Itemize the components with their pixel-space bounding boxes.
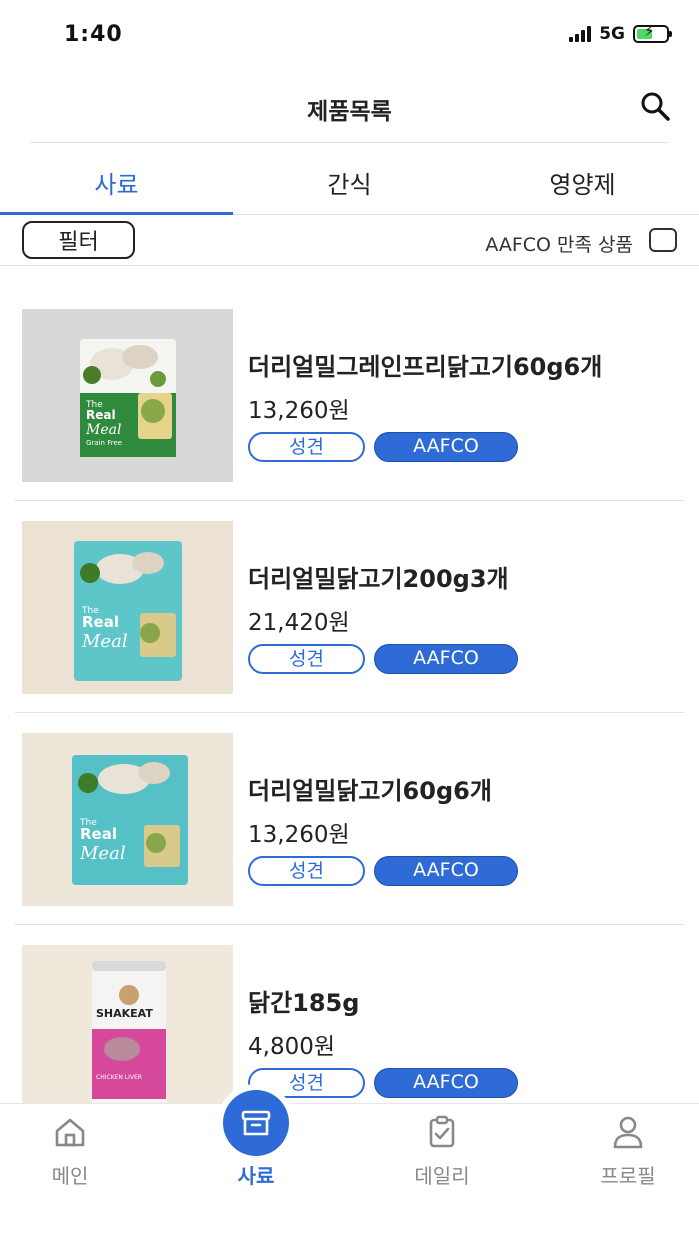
tab-supplement[interactable]: 영양제 bbox=[466, 143, 699, 214]
nav-food-label-wrap: 사료 bbox=[186, 1104, 326, 1204]
product-card[interactable]: The Real Meal Grain Free 더리얼밀그레인프리닭고기60g… bbox=[15, 289, 684, 501]
aafco-checkbox[interactable] bbox=[649, 228, 677, 252]
battery-icon: ⚡ bbox=[633, 24, 672, 43]
product-image: The Real Meal Grain Free bbox=[22, 309, 233, 482]
tag-aafco: AAFCO bbox=[374, 1068, 518, 1098]
tag-aafco: AAFCO bbox=[374, 856, 518, 886]
product-price: 4,800원 bbox=[248, 1034, 336, 1060]
nav-label: 프로필 bbox=[600, 1164, 656, 1188]
svg-text:Real: Real bbox=[86, 408, 116, 422]
product-image: The Real Meal bbox=[22, 521, 233, 694]
svg-text:SHAKEAT: SHAKEAT bbox=[96, 1007, 153, 1020]
nav-label: 사료 bbox=[237, 1164, 275, 1188]
svg-text:Meal: Meal bbox=[81, 631, 128, 652]
product-image: SHAKEAT CHICKEN LIVER bbox=[22, 945, 233, 1103]
product-card[interactable]: SHAKEAT CHICKEN LIVER 닭간185g 4,800원 성견 A… bbox=[15, 925, 684, 1103]
category-tabs: 사료 간식 영양제 bbox=[0, 143, 699, 215]
product-card[interactable]: The Real Meal 더리얼밀닭고기200g3개 21,420원 성견 A… bbox=[15, 501, 684, 713]
nav-profile[interactable]: 프로필 bbox=[558, 1104, 698, 1204]
product-price: 13,260원 bbox=[248, 822, 350, 848]
svg-text:Grain Free: Grain Free bbox=[86, 439, 122, 447]
product-name: 더리얼밀그레인프리닭고기60g6개 bbox=[248, 353, 603, 381]
clipboard-check-icon bbox=[429, 1115, 455, 1148]
svg-text:Meal: Meal bbox=[85, 422, 121, 438]
tag-life-stage: 성견 bbox=[248, 432, 365, 462]
product-name: 더리얼밀닭고기200g3개 bbox=[248, 565, 509, 593]
product-name: 더리얼밀닭고기60g6개 bbox=[248, 777, 492, 805]
signal-icon bbox=[569, 26, 592, 42]
aafco-filter-label: AAFCO 만족 상품 bbox=[485, 234, 633, 256]
filter-row: 필터 AAFCO 만족 상품 bbox=[0, 216, 699, 266]
status-icons: 5G ⚡ bbox=[569, 24, 672, 44]
search-icon[interactable] bbox=[639, 90, 671, 122]
product-card[interactable]: The Real Meal 더리얼밀닭고기60g6개 13,260원 성견 AA… bbox=[15, 713, 684, 925]
svg-text:Real: Real bbox=[80, 825, 117, 843]
product-image: The Real Meal bbox=[22, 733, 233, 906]
status-bar: 1:40 5G ⚡ bbox=[0, 0, 699, 70]
svg-text:Meal: Meal bbox=[79, 843, 126, 864]
tag-aafco: AAFCO bbox=[374, 644, 518, 674]
svg-text:Real: Real bbox=[82, 613, 119, 631]
svg-text:CHICKEN LIVER: CHICKEN LIVER bbox=[96, 1074, 142, 1081]
filter-button[interactable]: 필터 bbox=[22, 221, 135, 259]
nav-daily[interactable]: 데일리 bbox=[372, 1104, 512, 1204]
network-type: 5G bbox=[599, 24, 625, 44]
nav-label: 데일리 bbox=[414, 1164, 470, 1188]
tag-life-stage: 성견 bbox=[248, 856, 365, 886]
nav-label: 메인 bbox=[51, 1164, 89, 1188]
user-icon bbox=[613, 1116, 643, 1149]
tag-life-stage: 성견 bbox=[248, 644, 365, 674]
header: 제품목록 bbox=[0, 72, 699, 142]
home-icon bbox=[55, 1118, 85, 1147]
product-name: 닭간185g bbox=[248, 989, 360, 1017]
product-price: 13,260원 bbox=[248, 398, 350, 424]
tab-snack[interactable]: 간식 bbox=[233, 143, 466, 214]
tab-food[interactable]: 사료 bbox=[0, 143, 233, 215]
nav-main[interactable]: 메인 bbox=[0, 1104, 140, 1204]
tag-aafco: AAFCO bbox=[374, 432, 518, 462]
product-list: The Real Meal Grain Free 더리얼밀그레인프리닭고기60g… bbox=[0, 267, 699, 1103]
product-price: 21,420원 bbox=[248, 610, 350, 636]
page-title: 제품목록 bbox=[307, 99, 392, 125]
status-time: 1:40 bbox=[64, 22, 123, 47]
bottom-nav: 메인 사료 데일리 프로필 bbox=[0, 1084, 699, 1242]
